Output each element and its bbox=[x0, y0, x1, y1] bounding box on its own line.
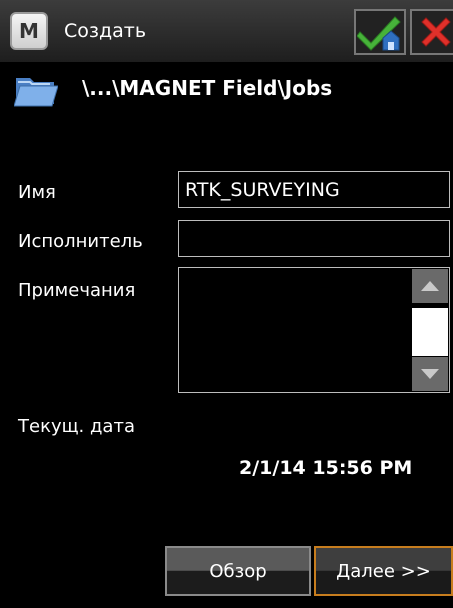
name-label: Имя bbox=[18, 182, 56, 203]
scroll-up-button[interactable] bbox=[412, 269, 448, 303]
scroll-down-button[interactable] bbox=[412, 357, 448, 391]
app-logo: M bbox=[10, 12, 48, 50]
window-title: Создать bbox=[64, 20, 147, 42]
title-bar: M Создать bbox=[0, 0, 453, 62]
performer-field[interactable] bbox=[178, 220, 450, 257]
scroll-thumb[interactable] bbox=[412, 308, 448, 356]
path-text: \...\MAGNET Field\Jobs bbox=[82, 76, 333, 100]
notes-textarea[interactable] bbox=[178, 267, 450, 393]
performer-label: Исполнитель bbox=[18, 231, 143, 252]
cancel-button[interactable] bbox=[410, 9, 453, 55]
arrow-up-icon bbox=[421, 281, 439, 291]
close-icon bbox=[421, 17, 451, 47]
date-label: Текущ. дата bbox=[18, 416, 135, 437]
ok-button[interactable] bbox=[354, 9, 406, 55]
date-value: 2/1/14 15:56 PM bbox=[239, 457, 413, 479]
notes-scrollbar[interactable] bbox=[412, 269, 448, 391]
notes-label: Примечания bbox=[18, 280, 136, 301]
next-button[interactable]: Далее >> bbox=[314, 546, 453, 596]
name-field[interactable] bbox=[178, 171, 450, 208]
browse-button[interactable]: Обзор bbox=[165, 546, 311, 596]
folder-icon bbox=[14, 78, 58, 107]
arrow-down-icon bbox=[421, 369, 439, 379]
check-home-icon bbox=[357, 16, 401, 51]
